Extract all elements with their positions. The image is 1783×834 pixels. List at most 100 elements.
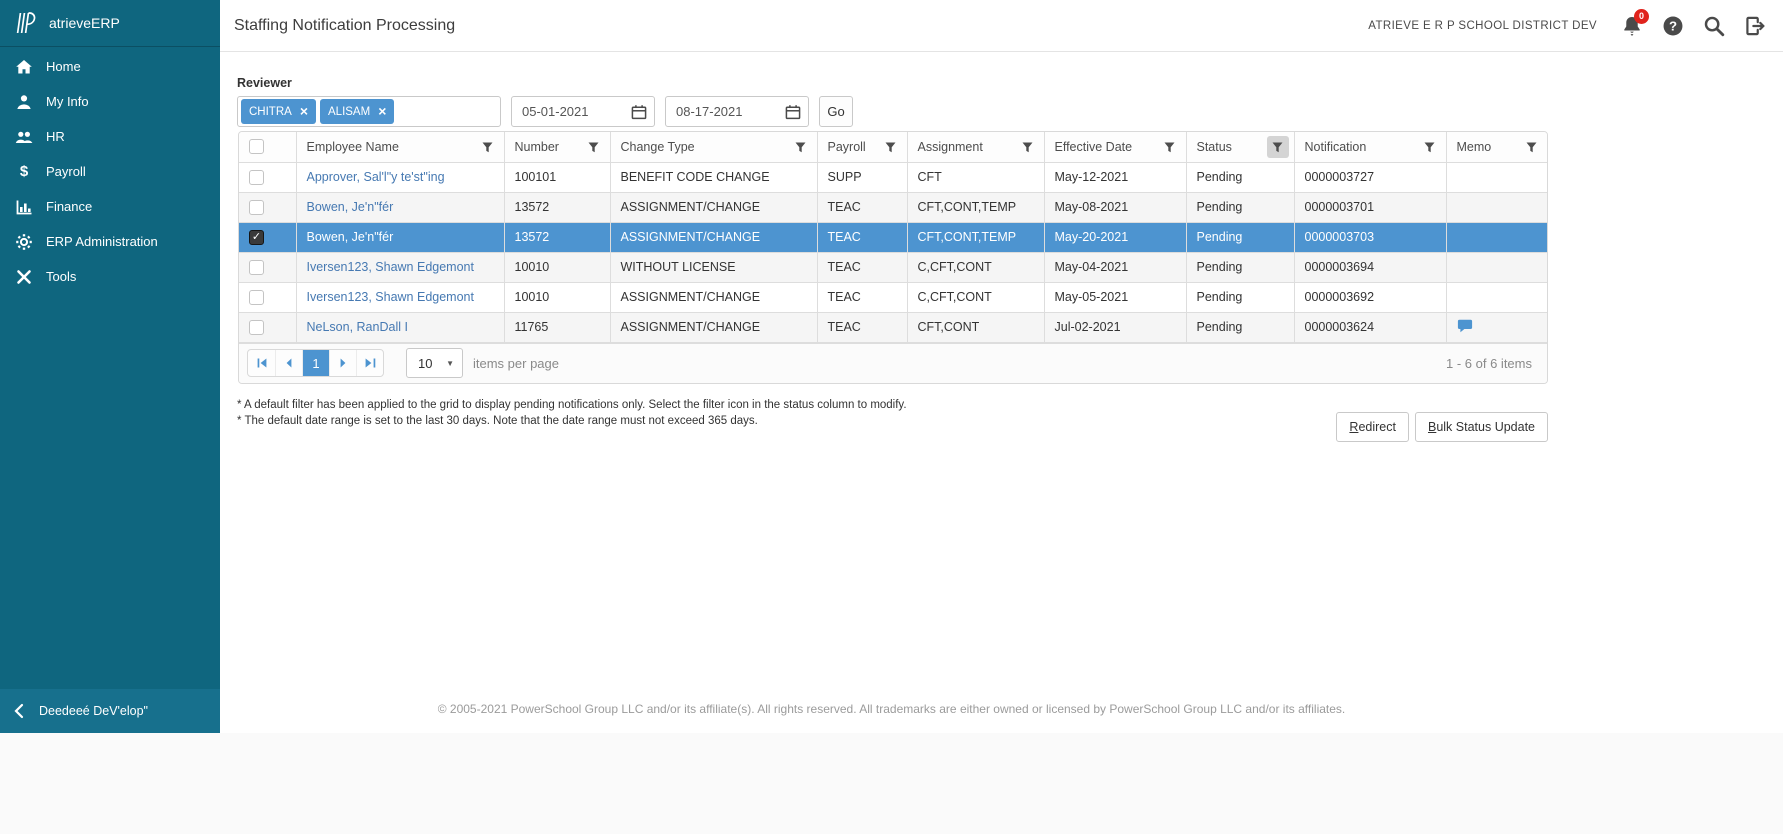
- column-header-assignment[interactable]: Assignment: [907, 132, 1044, 162]
- employee-link[interactable]: Bowen, Je'n"fér: [307, 200, 394, 214]
- filter-icon[interactable]: [477, 136, 499, 158]
- employee-link[interactable]: Bowen, Je'n"fér: [307, 230, 394, 244]
- previous-page-button[interactable]: [275, 350, 302, 376]
- gear-icon: [15, 233, 33, 251]
- cell-assignment: CFT,CONT: [907, 312, 1044, 342]
- filter-icon[interactable]: [1017, 136, 1039, 158]
- column-header-memo[interactable]: Memo: [1446, 132, 1547, 162]
- table-row[interactable]: NeLson, RanDall I 11765 ASSIGNMENT/CHANG…: [239, 312, 1547, 342]
- sidebar-item-hr[interactable]: HR: [0, 119, 220, 154]
- cell-payroll: TEAC: [817, 282, 907, 312]
- sidebar-nav: Home My Info HR $ Payroll: [0, 47, 220, 294]
- redirect-button[interactable]: Redirect: [1336, 412, 1409, 442]
- sidebar-item-home[interactable]: Home: [0, 49, 220, 84]
- help-icon[interactable]: ?: [1661, 14, 1685, 38]
- column-header-status[interactable]: Status: [1186, 132, 1294, 162]
- filter-icon[interactable]: [1159, 136, 1181, 158]
- svg-text:?: ?: [1669, 18, 1677, 33]
- cell-notification: 0000003701: [1294, 192, 1446, 222]
- cell-number: 10010: [504, 252, 610, 282]
- cell-change-type: BENEFIT CODE CHANGE: [610, 162, 817, 192]
- cell-change-type: ASSIGNMENT/CHANGE: [610, 282, 817, 312]
- sidebar-item-tools[interactable]: Tools: [0, 259, 220, 294]
- filter-icon[interactable]: [790, 136, 812, 158]
- notifications-table: Employee Name Number Change Type Payroll…: [239, 132, 1547, 343]
- filter-icon[interactable]: [880, 136, 902, 158]
- cell-number: 13572: [504, 222, 610, 252]
- table-row[interactable]: Bowen, Je'n"fér 13572 ASSIGNMENT/CHANGE …: [239, 192, 1547, 222]
- bulk-status-update-button[interactable]: Bulk Status Update: [1415, 412, 1548, 442]
- cell-number: 13572: [504, 192, 610, 222]
- brand-name: atrieveERP: [49, 15, 120, 31]
- remove-tag-icon[interactable]: [378, 104, 386, 119]
- next-page-button[interactable]: [329, 350, 356, 376]
- filter-icon[interactable]: [583, 136, 605, 158]
- table-row[interactable]: Iversen123, Shawn Edgemont 10010 ASSIGNM…: [239, 282, 1547, 312]
- district-label: ATRIEVE E R P SCHOOL DISTRICT DEV: [1368, 20, 1597, 32]
- action-buttons: Redirect Bulk Status Update: [238, 412, 1548, 442]
- sidebar-item-finance[interactable]: Finance: [0, 189, 220, 224]
- items-per-page-label: items per page: [473, 356, 559, 371]
- cell-payroll: TEAC: [817, 252, 907, 282]
- cell-effective-date: May-05-2021: [1044, 282, 1186, 312]
- bar-chart-icon: [15, 198, 33, 216]
- row-checkbox[interactable]: [249, 200, 264, 215]
- memo-icon[interactable]: [1457, 319, 1473, 333]
- cell-change-type: ASSIGNMENT/CHANGE: [610, 222, 817, 252]
- header-actions: ATRIEVE E R P SCHOOL DISTRICT DEV 0 ?: [1368, 14, 1767, 38]
- filter-icon[interactable]: [1520, 136, 1542, 158]
- reviewer-multiselect[interactable]: CHITRA ALISAM: [237, 96, 501, 127]
- filter-icon[interactable]: [1419, 136, 1441, 158]
- sidebar-item-my-info[interactable]: My Info: [0, 84, 220, 119]
- last-page-button[interactable]: [356, 350, 383, 376]
- go-button[interactable]: Go: [819, 96, 853, 127]
- row-checkbox[interactable]: [249, 320, 264, 335]
- date-to-input[interactable]: [666, 103, 778, 120]
- row-checkbox[interactable]: [249, 260, 264, 275]
- filter-icon-active[interactable]: [1267, 136, 1289, 158]
- cell-memo: [1446, 192, 1547, 222]
- employee-link[interactable]: NeLson, RanDall I: [307, 320, 408, 334]
- sidebar-item-payroll[interactable]: $ Payroll: [0, 154, 220, 189]
- column-header-change-type[interactable]: Change Type: [610, 132, 817, 162]
- page-number-button[interactable]: 1: [302, 350, 329, 376]
- filter-row: CHITRA ALISAM Go: [237, 96, 853, 127]
- logout-icon[interactable]: [1743, 14, 1767, 38]
- search-icon[interactable]: [1702, 14, 1726, 38]
- column-header-number[interactable]: Number: [504, 132, 610, 162]
- calendar-icon[interactable]: [624, 104, 654, 120]
- employee-link[interactable]: Iversen123, Shawn Edgemont: [307, 290, 474, 304]
- table-row-selected[interactable]: Bowen, Je'n"fér 13572 ASSIGNMENT/CHANGE …: [239, 222, 1547, 252]
- notification-badge: 0: [1634, 9, 1649, 24]
- calendar-icon[interactable]: [778, 104, 808, 120]
- cell-assignment: CFT: [907, 162, 1044, 192]
- cell-assignment: CFT,CONT,TEMP: [907, 192, 1044, 222]
- employee-link[interactable]: Approver, Sal'l"y te'st"ing: [307, 170, 445, 184]
- column-header-notification[interactable]: Notification: [1294, 132, 1446, 162]
- cell-status: Pending: [1186, 282, 1294, 312]
- cell-status: Pending: [1186, 192, 1294, 222]
- row-checkbox[interactable]: [249, 170, 264, 185]
- sidebar: atrieveERP Home My Info HR: [0, 0, 220, 733]
- reviewer-tag-label: ALISAM: [328, 106, 370, 118]
- table-row[interactable]: Approver, Sal'l"y te'st"ing 100101 BENEF…: [239, 162, 1547, 192]
- remove-tag-icon[interactable]: [300, 104, 308, 119]
- pager-buttons: 1: [247, 349, 384, 377]
- column-header-employee-name[interactable]: Employee Name: [296, 132, 504, 162]
- column-header-effective-date[interactable]: Effective Date: [1044, 132, 1186, 162]
- cell-status: Pending: [1186, 312, 1294, 342]
- table-row[interactable]: Iversen123, Shawn Edgemont 10010 WITHOUT…: [239, 252, 1547, 282]
- reviewer-tag: CHITRA: [241, 99, 316, 124]
- employee-link[interactable]: Iversen123, Shawn Edgemont: [307, 260, 474, 274]
- notifications-bell-icon[interactable]: 0: [1620, 14, 1644, 38]
- date-from-input[interactable]: [512, 103, 624, 120]
- cell-change-type: ASSIGNMENT/CHANGE: [610, 312, 817, 342]
- page-size-select[interactable]: 10: [406, 348, 463, 378]
- select-all-checkbox[interactable]: [249, 139, 264, 154]
- column-header-payroll[interactable]: Payroll: [817, 132, 907, 162]
- first-page-button[interactable]: [248, 350, 275, 376]
- sidebar-item-erp-administration[interactable]: ERP Administration: [0, 224, 220, 259]
- row-checkbox-checked[interactable]: [249, 230, 264, 245]
- row-checkbox[interactable]: [249, 290, 264, 305]
- cell-notification: 0000003703: [1294, 222, 1446, 252]
